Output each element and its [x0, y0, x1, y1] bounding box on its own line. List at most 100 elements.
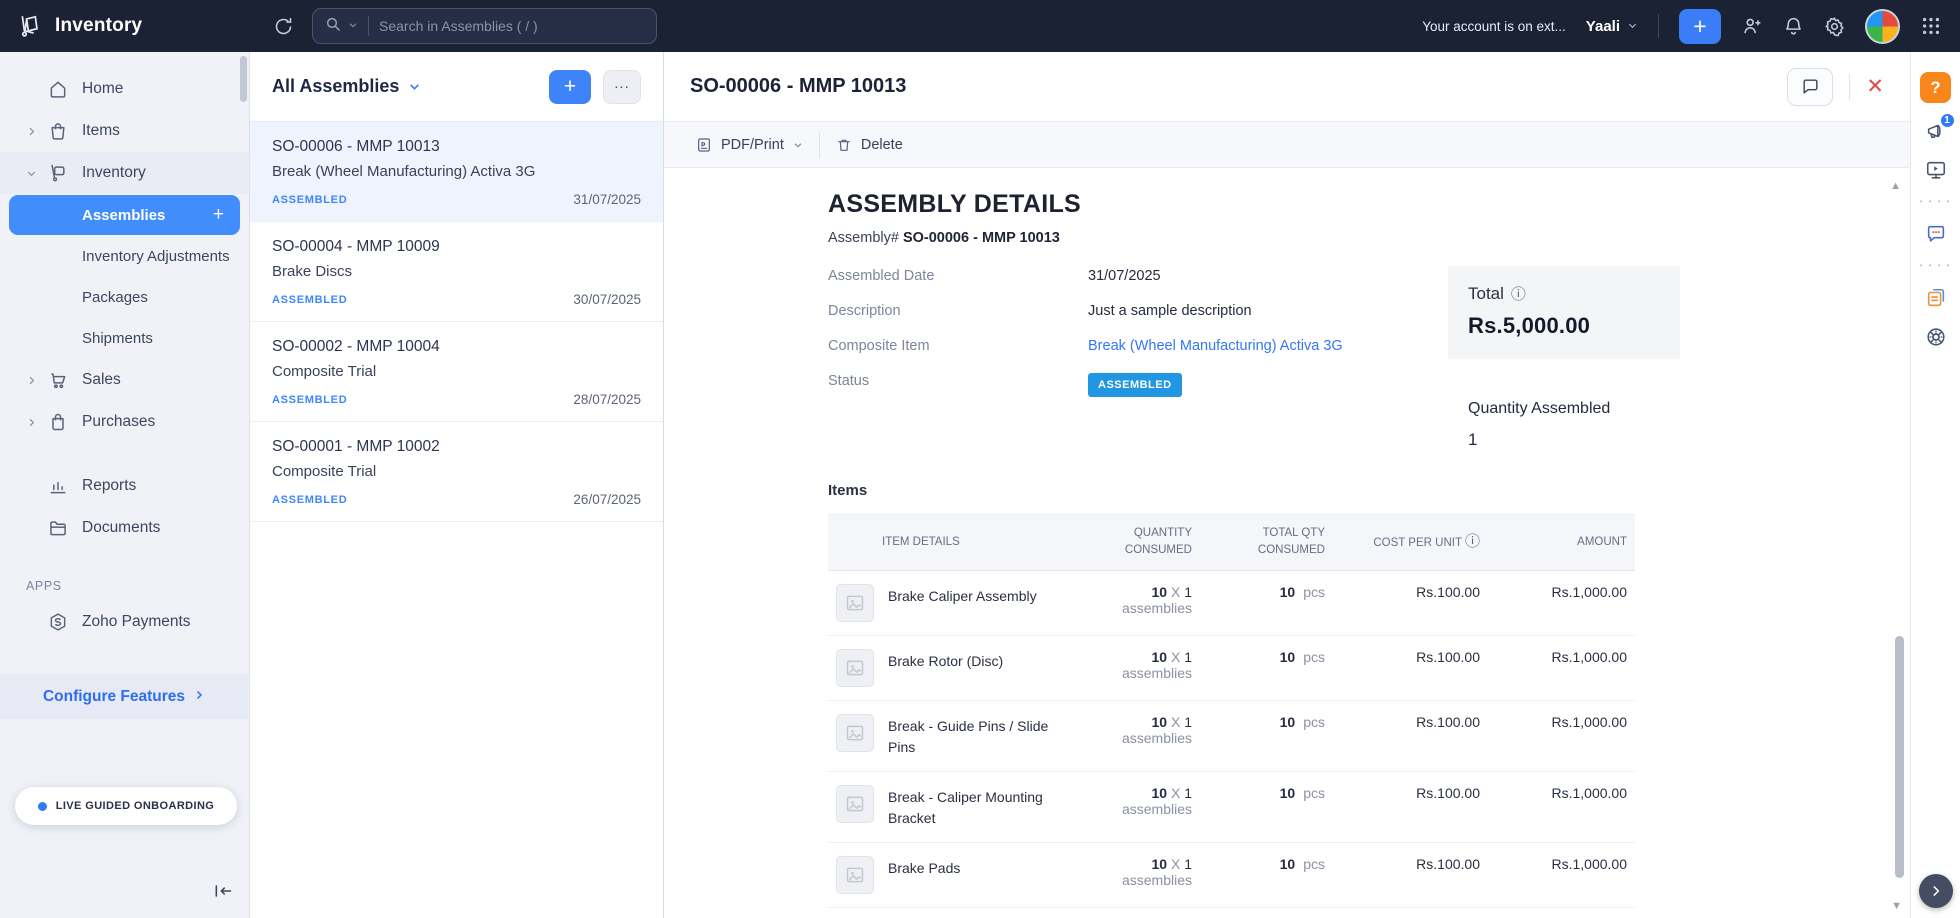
sidebar-item-items[interactable]: Items [0, 110, 249, 152]
item-image-placeholder-icon [836, 584, 874, 622]
table-row[interactable]: Break - Caliper Mounting Bracket 10 X 1 … [828, 771, 1635, 842]
comments-button[interactable] [1787, 68, 1833, 106]
sidebar-item-label: Shipments [82, 330, 153, 347]
assemblies-list-panel: All Assemblies + ... SO-00006 - MMP 1001… [250, 52, 664, 918]
assembly-detail-panel: SO-00006 - MMP 10013 ✕ PDF/Print [664, 52, 1910, 918]
assembly-number: SO-00004 - MMP 10009 [272, 238, 641, 256]
list-view-selector[interactable]: All Assemblies [272, 76, 421, 97]
list-item[interactable]: SO-00004 - MMP 10009 Brake Discs ASSEMBL… [250, 222, 663, 322]
sidebar-item-sales[interactable]: Sales [0, 359, 249, 401]
cost-per-unit: Rs.100.00 [1333, 700, 1488, 771]
table-row[interactable]: Brake Pads 10 X 1 assemblies 10pcs Rs.10… [828, 842, 1635, 907]
item-image-placeholder-icon [836, 714, 874, 752]
inventory-icon [48, 163, 82, 183]
item-image-placeholder-icon [836, 856, 874, 894]
documents-icon [48, 518, 82, 538]
org-switcher[interactable]: Yaali [1586, 18, 1638, 35]
account-notice[interactable]: Your account is on ext... [1422, 19, 1566, 34]
chevron-right-icon [26, 126, 48, 137]
composite-item-link[interactable]: Break (Wheel Manufacturing) Activa 3G [1088, 338, 1343, 354]
sidebar: Home Items Inventory [0, 52, 250, 918]
video-demo-icon[interactable] [1925, 159, 1947, 181]
user-avatar[interactable] [1865, 9, 1900, 44]
scroll-up-icon[interactable]: ▲ [1890, 180, 1901, 192]
column-header: COST PER UNIT ⓘ [1333, 515, 1488, 571]
list-item[interactable]: SO-00002 - MMP 10004 Composite Trial ASS… [250, 322, 663, 422]
global-search[interactable] [312, 8, 657, 44]
sidebar-item-shipments[interactable]: Shipments [0, 318, 249, 359]
live-guided-onboarding-button[interactable]: LIVE GUIDED ONBOARDING [15, 787, 237, 825]
settings-gear-icon[interactable] [1824, 16, 1845, 37]
list-item[interactable]: SO-00001 - MMP 10002 Composite Trial ASS… [250, 422, 663, 522]
info-icon[interactable]: ⓘ [1511, 283, 1526, 304]
sidebar-item-purchases[interactable]: Purchases [0, 401, 249, 443]
amount: Rs.1,000.00 [1488, 842, 1635, 907]
sidebar-item-packages[interactable]: Packages [0, 277, 249, 318]
list-item[interactable]: SO-00006 - MMP 10013 Break (Wheel Manufa… [250, 122, 663, 222]
quick-create-button[interactable]: + [1679, 9, 1721, 44]
detail-title: SO-00006 - MMP 10013 [690, 75, 906, 98]
detail-body: ASSEMBLY DETAILS Assembly# SO-00006 - MM… [664, 168, 1910, 918]
collapse-sidebar-icon[interactable] [213, 881, 233, 906]
search-icon [325, 16, 341, 37]
configure-features-button[interactable]: Configure Features [0, 674, 248, 719]
assembly-number-value: SO-00006 - MMP 10013 [903, 230, 1060, 246]
search-scope-chevron-icon[interactable] [348, 17, 358, 35]
assembly-date: 30/07/2025 [573, 292, 641, 307]
total-box: Total ⓘ Rs.5,000.00 [1448, 266, 1680, 359]
pdf-print-button[interactable]: PDF/Print [680, 122, 819, 167]
expand-panel-button[interactable] [1919, 874, 1953, 908]
recent-activity-icon[interactable] [268, 11, 298, 41]
apps-section-label: APPS [26, 579, 249, 593]
sidebar-item-label: Purchases [82, 413, 155, 431]
org-name: Yaali [1586, 18, 1620, 35]
sidebar-item-zoho-payments[interactable]: Zoho Payments [0, 601, 249, 643]
assembly-number: SO-00001 - MMP 10002 [272, 438, 641, 456]
sidebar-item-inventory[interactable]: Inventory [0, 152, 249, 194]
notifications-bell-icon[interactable] [1783, 16, 1804, 37]
brand: Inventory [0, 13, 250, 39]
support-tools-icon[interactable] [1925, 326, 1947, 348]
item-name: Break - Caliper Mounting Bracket [888, 785, 1070, 829]
sidebar-item-documents[interactable]: Documents [0, 507, 249, 549]
delete-button[interactable]: Delete [820, 122, 919, 167]
chevron-down-icon [26, 168, 48, 179]
announcements-megaphone-icon[interactable]: 1 [1925, 120, 1947, 142]
list-more-button[interactable]: ... [603, 70, 641, 104]
item-image-placeholder-icon [836, 785, 874, 823]
users-icon[interactable] [1741, 15, 1763, 37]
inventory-logo-icon [18, 13, 44, 39]
field-label: Description [828, 303, 1088, 319]
sidebar-item-label: Home [82, 80, 123, 98]
table-row[interactable]: Brake Rotor (Disc) 10 X 1 assemblies 10p… [828, 635, 1635, 700]
field-label: Status [828, 373, 1088, 389]
assembly-number: SO-00006 - MMP 10013 [272, 138, 641, 156]
sidebar-item-inventory-adjustments[interactable]: Inventory Adjustments [0, 236, 249, 277]
add-assembly-icon[interactable]: + [213, 204, 224, 226]
docs-icon[interactable] [1925, 287, 1947, 309]
table-row[interactable]: Break - Guide Pins / Slide Pins 10 X 1 a… [828, 700, 1635, 771]
cost-per-unit: Rs.100.00 [1333, 570, 1488, 635]
table-row[interactable]: Brake Caliper Assembly 10 X 1 assemblies… [828, 570, 1635, 635]
info-icon[interactable]: ⓘ [1465, 533, 1480, 550]
assembly-name: Brake Discs [272, 263, 641, 280]
table-header-row: ITEM DETAILS QUANTITY CONSUMED TOTAL QTY… [828, 515, 1635, 571]
sidebar-item-label: Assemblies [82, 207, 165, 224]
search-input[interactable] [379, 18, 644, 34]
sidebar-item-assemblies[interactable]: Assemblies + [9, 195, 240, 235]
amount: Rs.1,000.00 [1488, 635, 1635, 700]
feedback-chat-icon[interactable] [1925, 223, 1947, 245]
help-button[interactable]: ? [1920, 72, 1951, 103]
new-assembly-button[interactable]: + [549, 70, 591, 104]
search-divider [368, 16, 369, 36]
assembly-name: Composite Trial [272, 463, 641, 480]
reports-icon [48, 476, 82, 496]
sidebar-scrollbar[interactable] [240, 56, 247, 102]
apps-grid-icon[interactable] [1920, 15, 1942, 37]
sidebar-item-home[interactable]: Home [0, 68, 249, 110]
scroll-down-icon[interactable]: ▼ [1891, 900, 1902, 912]
close-detail-icon[interactable]: ✕ [1866, 76, 1884, 97]
status-badge: ASSEMBLED [272, 494, 347, 506]
sidebar-item-reports[interactable]: Reports [0, 465, 249, 507]
detail-scrollbar[interactable] [1895, 636, 1904, 878]
